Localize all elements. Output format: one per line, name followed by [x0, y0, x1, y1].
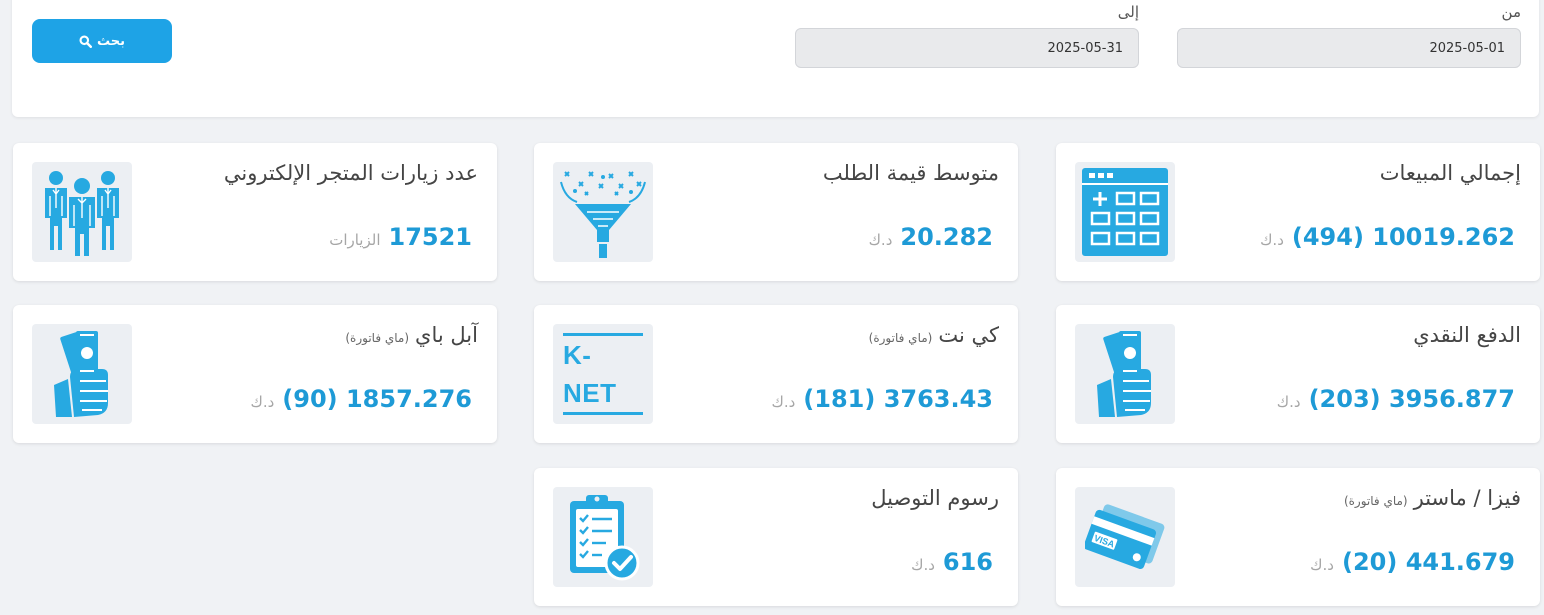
- cash-hand-icon: [54, 331, 108, 417]
- card-cash-payment: الدفع النقدي 3956.877 (203) د.ك: [1056, 305, 1540, 443]
- from-date-input[interactable]: [1177, 28, 1521, 68]
- card-value: 3956.877 (203) د.ك: [1277, 385, 1515, 413]
- amount: 441.679 (20): [1341, 548, 1515, 576]
- amount: 20.282: [900, 223, 993, 251]
- icon-box: [1075, 324, 1175, 424]
- currency-unit: د.ك: [250, 393, 275, 411]
- card-title: رسوم التوصيل: [871, 486, 999, 510]
- amount: 3763.43 (181): [803, 385, 993, 413]
- card-apple-pay: آبل باي(ماي فاتورة) 1857.276 (90) د.ك: [13, 305, 497, 443]
- card-visa-master: VISA فيزا / ماستر(ماي فاتورة) 441.679 (2…: [1056, 468, 1540, 606]
- currency-unit: د.ك: [1276, 393, 1301, 411]
- to-date-input[interactable]: [795, 28, 1139, 68]
- currency-unit: د.ك: [771, 393, 796, 411]
- search-button[interactable]: بحث: [32, 19, 172, 63]
- calculator-icon: [1082, 168, 1168, 256]
- card-delivery-fees: رسوم التوصيل 616 د.ك: [534, 468, 1018, 606]
- card-value: 17521 الزيارات: [329, 223, 472, 251]
- currency-unit: د.ك: [1260, 231, 1284, 249]
- icon-box: [553, 162, 653, 262]
- card-value: 441.679 (20) د.ك: [1310, 548, 1515, 576]
- checklist-icon: [570, 495, 640, 581]
- people-icon: [45, 171, 119, 256]
- icon-box: [1075, 162, 1175, 262]
- currency-unit: د.ك: [1310, 556, 1334, 574]
- knet-logo-icon: K-NET: [563, 333, 643, 415]
- icon-box: [553, 487, 653, 587]
- visits-unit: الزيارات: [329, 231, 381, 249]
- card-title: كي نت(ماي فاتورة): [868, 323, 999, 347]
- amount: 1857.276 (90): [282, 385, 472, 413]
- card-title: فيزا / ماستر(ماي فاتورة): [1343, 486, 1521, 510]
- card-title: متوسط قيمة الطلب: [822, 161, 999, 185]
- card-value: 1857.276 (90) د.ك: [250, 385, 472, 413]
- from-label: من: [1501, 3, 1521, 21]
- amount: 17521: [388, 223, 473, 251]
- card-store-visits: عدد زيارات المتجر الإلكتروني 17521 الزيار…: [13, 143, 497, 281]
- provider-note: (ماي فاتورة): [1343, 494, 1408, 508]
- amount: 616: [942, 548, 993, 576]
- funnel-icon: [560, 171, 646, 258]
- card-title: عدد زيارات المتجر الإلكتروني: [223, 161, 478, 185]
- provider-note: (ماي فاتورة): [868, 331, 933, 345]
- icon-box: VISA: [1075, 487, 1175, 587]
- card-total-sales: إجمالي المبيعات 10019.262 (494) د.ك: [1056, 143, 1540, 281]
- magnifier-icon: [79, 34, 92, 48]
- credit-card-icon: VISA: [1085, 504, 1165, 569]
- knet-logo-text: K-NET: [563, 340, 617, 408]
- currency-unit: د.ك: [911, 556, 935, 574]
- icon-box: K-NET: [553, 324, 653, 424]
- card-value: 3763.43 (181) د.ك: [771, 385, 993, 413]
- amount: 3956.877 (203): [1308, 385, 1515, 413]
- card-title: إجمالي المبيعات: [1379, 161, 1521, 185]
- amount: 10019.262 (494): [1291, 223, 1515, 251]
- card-average-order-value: متوسط قيمة الطلب 20.282 د.ك: [534, 143, 1018, 281]
- icon-box: [32, 324, 132, 424]
- icon-box: [32, 162, 132, 262]
- to-label: إلى: [1117, 3, 1139, 21]
- card-title: آبل باي(ماي فاتورة): [345, 323, 478, 347]
- search-button-label: بحث: [97, 33, 126, 49]
- currency-unit: د.ك: [868, 231, 893, 249]
- card-title: الدفع النقدي: [1413, 323, 1521, 347]
- cash-hand-icon: [1097, 331, 1151, 417]
- provider-note: (ماي فاتورة): [345, 331, 410, 345]
- card-value: 616 د.ك: [911, 548, 993, 576]
- card-knet: K-NET كي نت(ماي فاتورة) 3763.43 (181) د.ك: [534, 305, 1018, 443]
- card-value: 10019.262 (494) د.ك: [1260, 223, 1515, 251]
- card-value: 20.282 د.ك: [869, 223, 993, 251]
